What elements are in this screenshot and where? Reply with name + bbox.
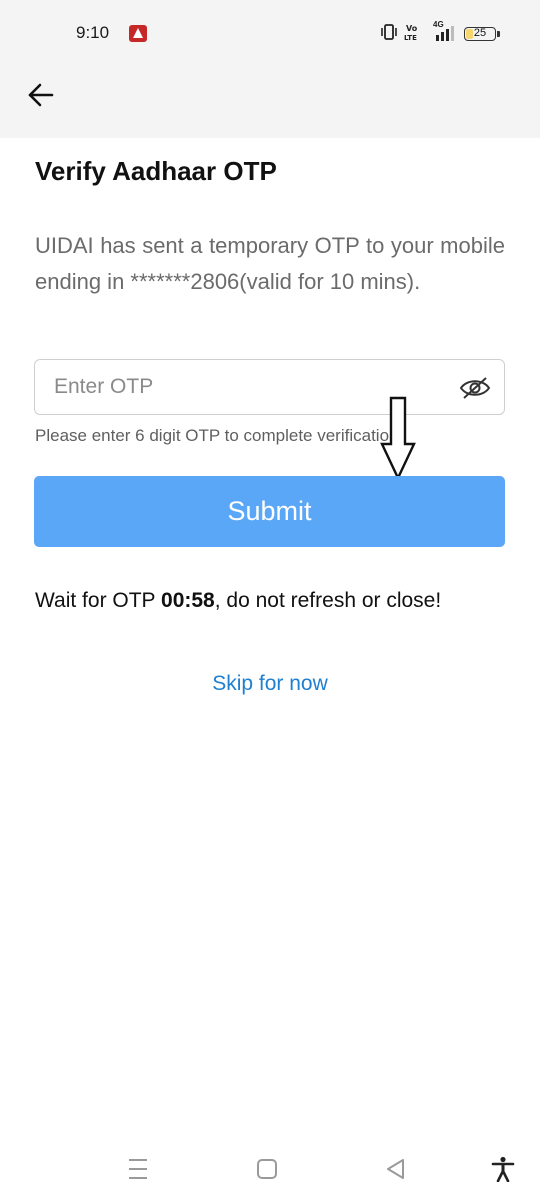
status-bar: 9:10 Vo LTE 4G 25 xyxy=(0,0,540,68)
network-type-label: 4G xyxy=(433,19,444,29)
app-bar xyxy=(0,68,540,138)
system-nav-bar xyxy=(0,1140,540,1200)
signal-icon: 4G xyxy=(430,19,458,47)
otp-helper-text: Please enter 6 digit OTP to complete ver… xyxy=(35,426,399,445)
otp-description: UIDAI has sent a temporary OTP to your m… xyxy=(35,233,505,294)
accessibility-icon xyxy=(491,1156,515,1183)
status-icons: Vo LTE 4G 25 xyxy=(380,19,500,47)
submit-button[interactable]: Submit xyxy=(34,476,505,547)
wait-suffix: , do not refresh or close! xyxy=(214,589,442,612)
password-visibility-toggle[interactable] xyxy=(458,375,492,401)
skip-for-now-link[interactable]: Skip for now xyxy=(0,672,540,696)
menu-lines-icon xyxy=(129,1159,147,1179)
otp-wait-message: Wait for OTP 00:58, do not refresh or cl… xyxy=(35,589,441,613)
battery-percent: 25 xyxy=(473,27,487,39)
home-square-icon xyxy=(257,1159,277,1179)
vibrate-icon xyxy=(380,23,398,45)
back-triangle-icon xyxy=(387,1159,404,1179)
notification-icon xyxy=(129,25,147,42)
arrow-left-icon xyxy=(28,83,54,107)
accessibility-button[interactable] xyxy=(490,1156,516,1183)
status-time: 9:10 xyxy=(76,23,110,42)
otp-field[interactable] xyxy=(34,359,505,415)
wait-prefix: Wait for OTP xyxy=(35,589,162,612)
home-button[interactable] xyxy=(254,1156,280,1182)
nav-back-button[interactable] xyxy=(383,1156,409,1182)
svg-text:Vo: Vo xyxy=(406,24,418,33)
volte-icon: Vo LTE xyxy=(404,23,424,46)
otp-countdown-timer: 00:58 xyxy=(161,589,215,612)
page-title: Verify Aadhaar OTP xyxy=(35,156,277,186)
eye-off-icon xyxy=(459,377,491,399)
otp-input[interactable] xyxy=(54,368,454,406)
recent-apps-button[interactable] xyxy=(125,1156,151,1182)
svg-text:LTE: LTE xyxy=(404,34,417,41)
battery-icon: 25 xyxy=(464,27,500,41)
back-button[interactable] xyxy=(26,80,56,110)
